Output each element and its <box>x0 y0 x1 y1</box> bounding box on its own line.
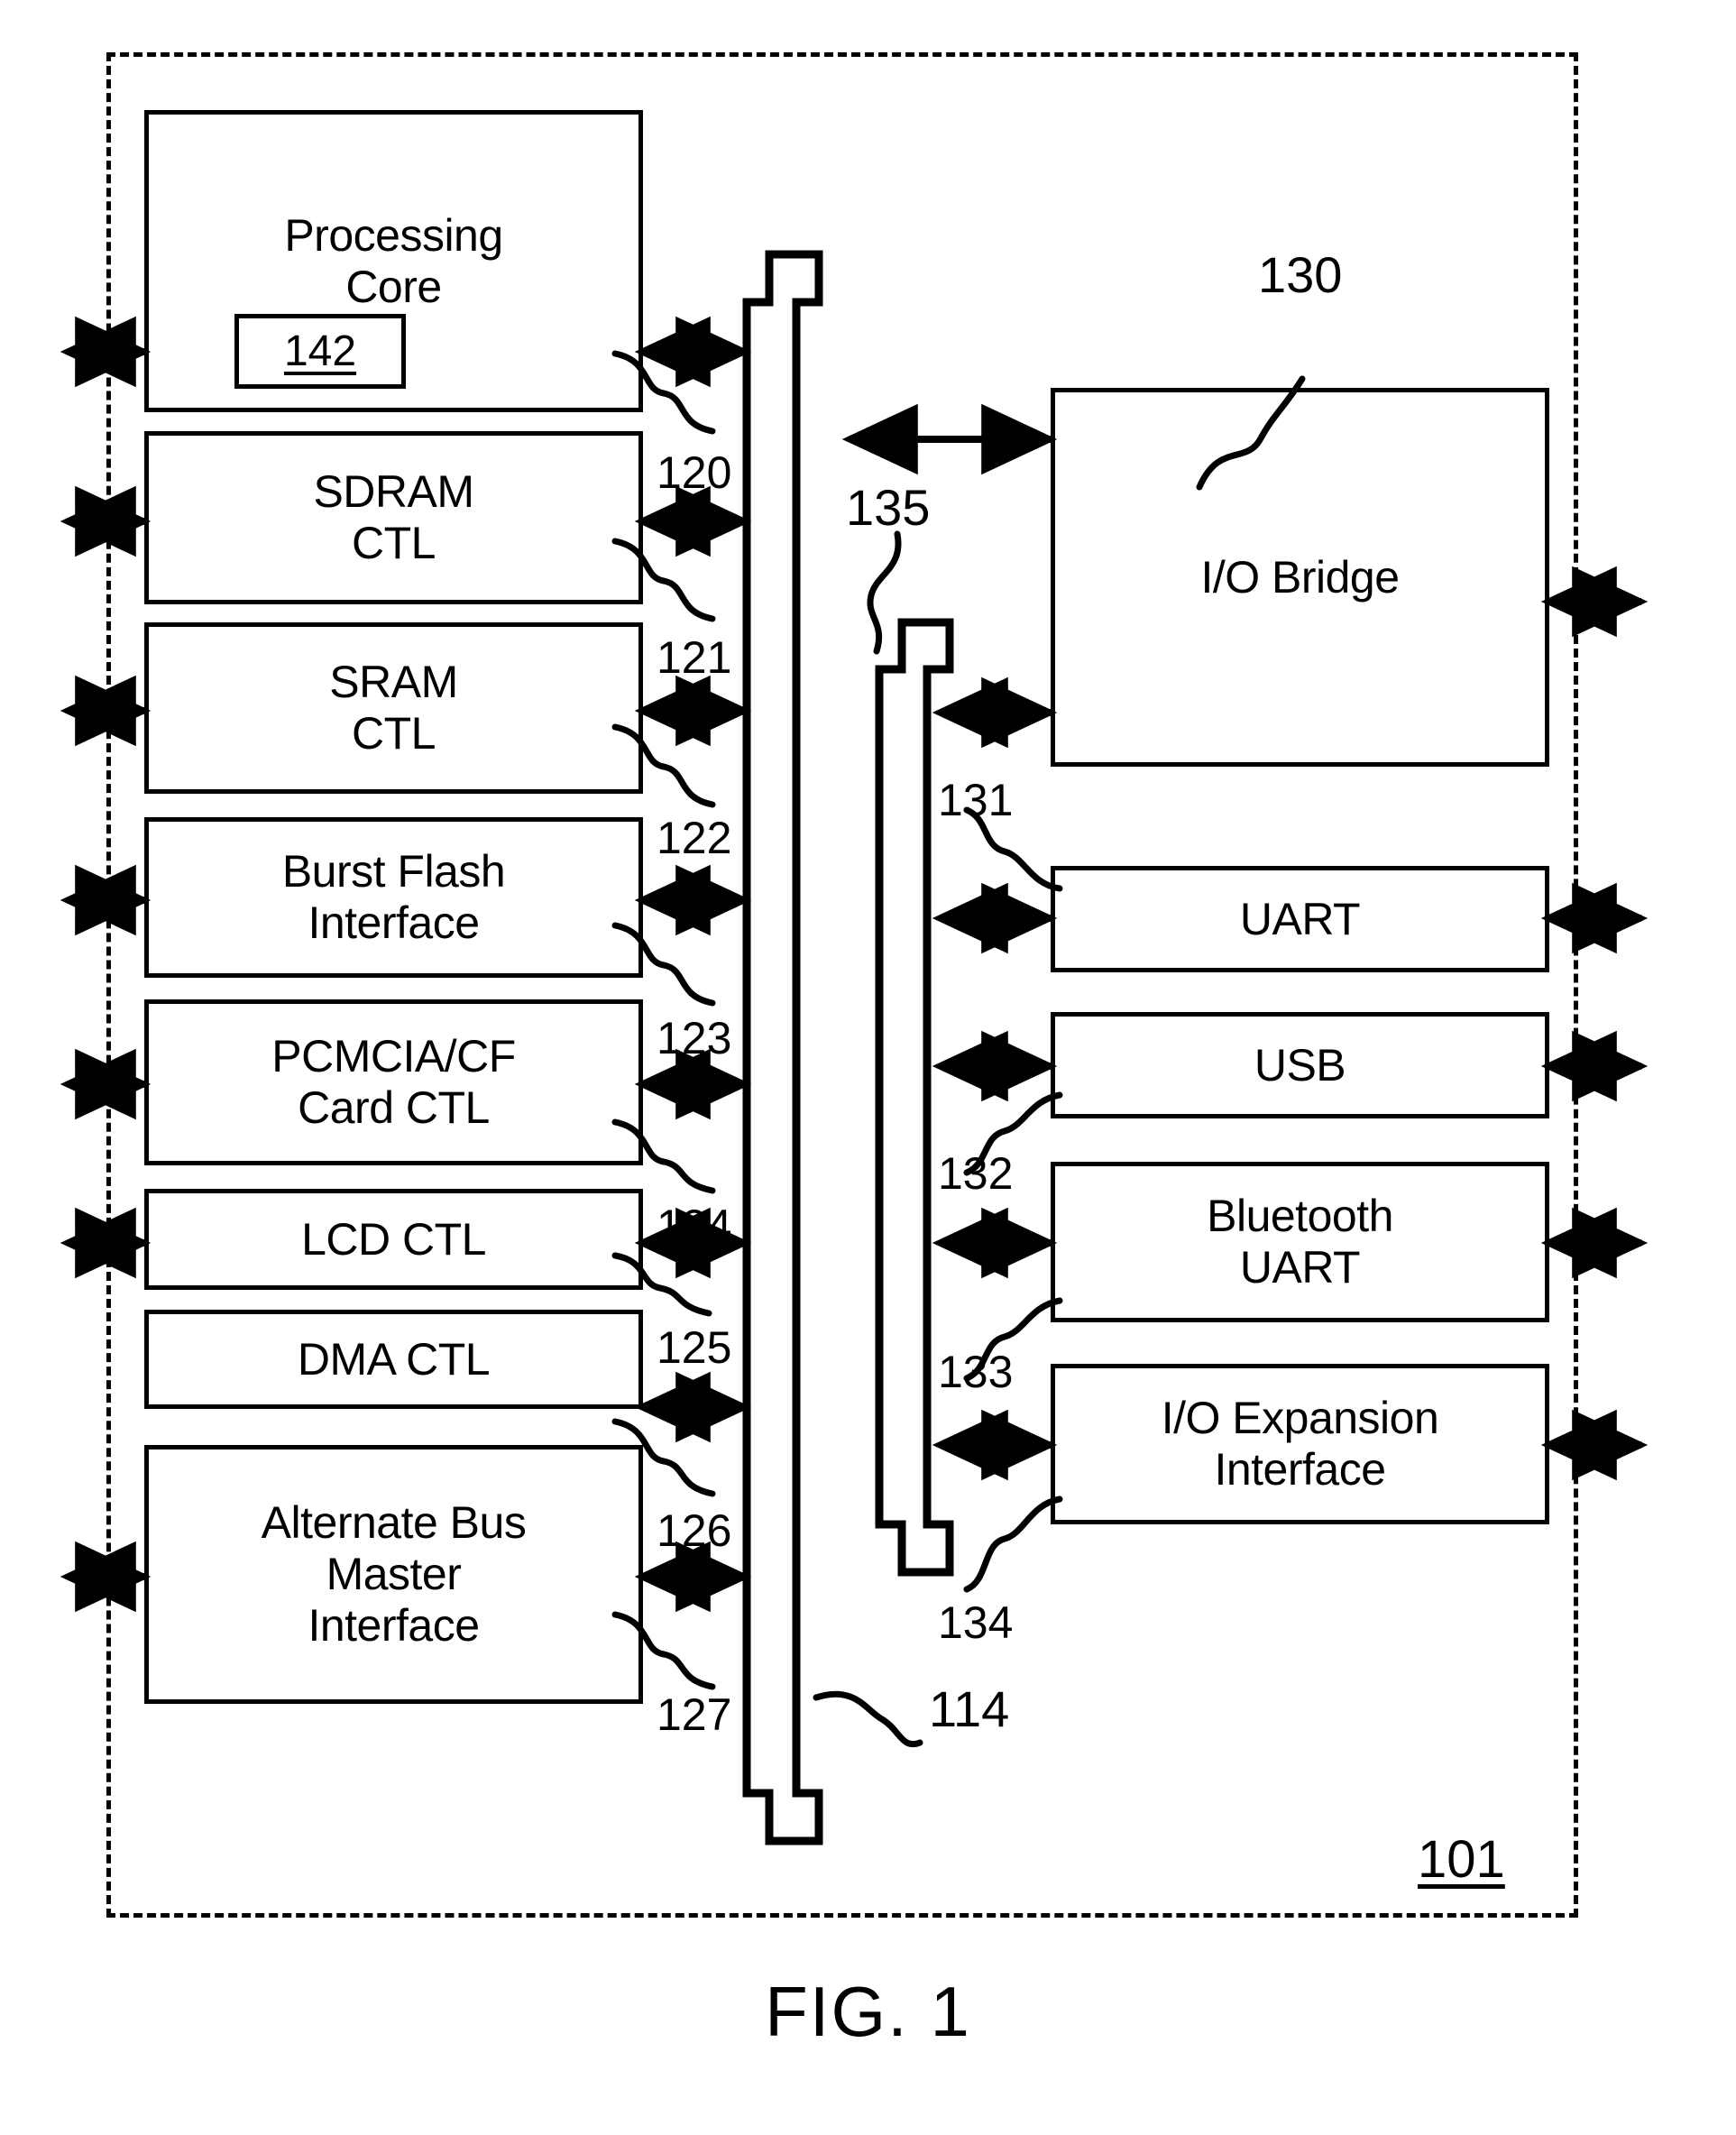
block-usb-label: USB <box>1254 1039 1346 1091</box>
block-lcd-ctl: LCD CTL <box>144 1189 643 1290</box>
block-io-bridge-label: I/O Bridge <box>1200 551 1400 603</box>
block-lcd-ctl-label: LCD CTL <box>301 1213 486 1265</box>
ref-101: 101 <box>1418 1830 1505 1889</box>
block-usb: USB <box>1051 1012 1549 1118</box>
block-dma-ctl: DMA CTL <box>144 1310 643 1409</box>
block-io-expansion-interface-label: I/O Expansion Interface <box>1161 1393 1439 1495</box>
block-uart: UART <box>1051 866 1549 972</box>
ref-133: 133 <box>938 1347 1014 1397</box>
ref-124: 124 <box>657 1201 732 1251</box>
block-bluetooth-uart: Bluetooth UART <box>1051 1162 1549 1322</box>
block-pcmcia-cf-card-ctl: PCMCIA/CF Card CTL <box>144 999 643 1165</box>
ref-125: 125 <box>657 1322 732 1373</box>
ref-134: 134 <box>938 1597 1014 1648</box>
block-burst-flash-interface: Burst Flash Interface <box>144 817 643 978</box>
ref-126: 126 <box>657 1505 732 1556</box>
ref-114: 114 <box>929 1680 1010 1737</box>
ref-127: 127 <box>657 1689 732 1740</box>
ref-123: 123 <box>657 1013 732 1063</box>
ref-131: 131 <box>938 775 1014 825</box>
ref-121: 121 <box>657 632 732 683</box>
block-bluetooth-uart-label: Bluetooth UART <box>1207 1191 1393 1293</box>
block-io-expansion-interface: I/O Expansion Interface <box>1051 1364 1549 1524</box>
figure-caption: FIG. 1 <box>765 1972 971 2051</box>
block-processing-core-inner-142: 142 <box>234 314 406 389</box>
block-sdram-ctl: SDRAM CTL <box>144 431 643 604</box>
ref-132: 132 <box>938 1148 1014 1199</box>
block-io-bridge: I/O Bridge <box>1051 388 1549 767</box>
ref-130: 130 <box>1258 246 1343 303</box>
inner-ref-142: 142 <box>283 327 357 375</box>
ref-135: 135 <box>846 479 931 536</box>
block-processing-core-label: Processing Core <box>284 209 503 312</box>
block-dma-ctl-label: DMA CTL <box>297 1333 491 1385</box>
ref-120: 120 <box>657 447 732 498</box>
block-sdram-ctl-label: SDRAM CTL <box>313 466 474 568</box>
block-sram-ctl: SRAM CTL <box>144 622 643 794</box>
block-alternate-bus-master-interface-label: Alternate Bus Master Interface <box>261 1497 527 1651</box>
block-uart-label: UART <box>1239 893 1361 944</box>
block-alternate-bus-master-interface: Alternate Bus Master Interface <box>144 1445 643 1704</box>
block-sram-ctl-label: SRAM CTL <box>329 657 458 759</box>
patent-figure-page: Processing Core 142 SDRAM CTL SRAM CTL Burs… <box>0 0 1736 2135</box>
block-burst-flash-interface-label: Burst Flash Interface <box>281 846 506 948</box>
ref-122: 122 <box>657 813 732 863</box>
block-pcmcia-cf-card-ctl-label: PCMCIA/CF Card CTL <box>271 1031 516 1133</box>
